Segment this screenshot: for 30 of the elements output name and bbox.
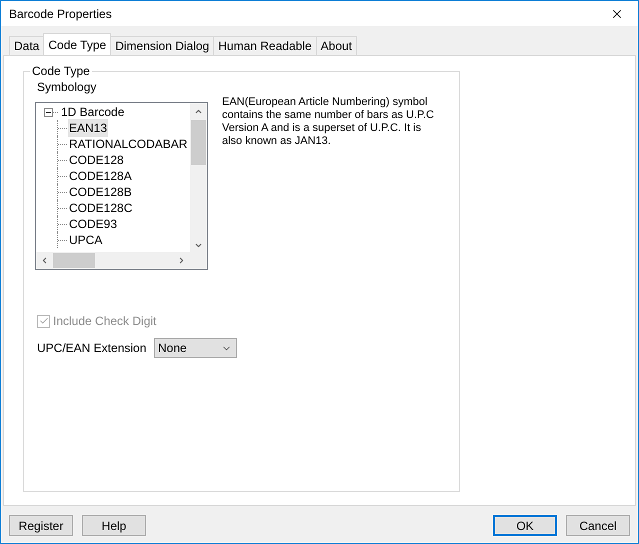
window-title: Barcode Properties (9, 6, 112, 22)
extension-dropdown[interactable]: None (154, 338, 237, 358)
tree-item[interactable]: CODE128 (68, 151, 125, 169)
scroll-thumb[interactable] (53, 253, 95, 268)
dialog-button[interactable]: OK (493, 515, 557, 536)
checkbox-label: Include Check Digit (53, 313, 156, 330)
dialog-button[interactable]: Cancel (566, 515, 630, 536)
tab[interactable]: Dimension Dialog (110, 36, 214, 55)
tab[interactable]: About (316, 36, 357, 55)
tree-item[interactable]: EAN13 (68, 119, 108, 137)
scroll-thumb[interactable] (191, 120, 206, 165)
tab[interactable]: Code Type (43, 33, 112, 55)
tree-item[interactable]: RATIONALCODABAR (68, 135, 188, 153)
vertical-scrollbar[interactable] (190, 103, 207, 254)
group-title: Code Type (30, 64, 92, 78)
tree-item[interactable]: CODE93 (68, 215, 118, 233)
dialog-button[interactable]: Help (82, 515, 146, 536)
tree-item[interactable]: UPCA (68, 231, 104, 249)
check-icon (38, 316, 48, 326)
dialog-button[interactable]: Register (9, 515, 73, 536)
tree-item[interactable]: CODE128A (68, 167, 133, 185)
tree-item[interactable]: 1D Barcode (60, 103, 126, 121)
symbology-label: Symbology (37, 80, 98, 94)
tree-item[interactable]: CODE128B (68, 183, 133, 201)
tab[interactable]: Data (9, 36, 44, 55)
extension-label: UPC/EAN Extension (37, 340, 148, 357)
tree-item[interactable]: CODE128C (68, 199, 134, 217)
horizontal-scrollbar[interactable] (36, 252, 190, 269)
description-text: EAN(European Article Numbering) symbol contains the same number of bars as U.P.C Version A and is a superset of U.P.C. It is also known as JAN13. (222, 96, 435, 149)
collapse-icon[interactable] (44, 108, 53, 116)
